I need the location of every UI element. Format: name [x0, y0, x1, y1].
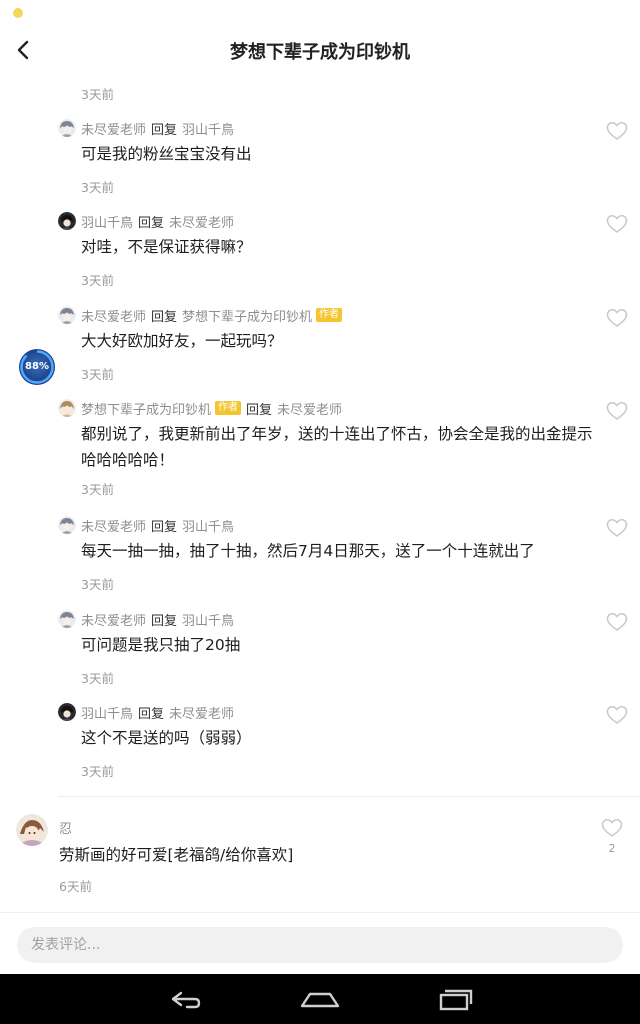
reply-header: 未尽爱老师 回复 羽山千鳥	[58, 119, 234, 138]
reply-username[interactable]: 未尽爱老师	[81, 306, 146, 325]
reply-word: 回复	[151, 613, 178, 629]
avatar-gray-icon[interactable]	[58, 306, 76, 324]
heart-outline-icon[interactable]	[606, 401, 628, 421]
reply-timestamp: 3天前	[81, 671, 114, 686]
reply-word: 回复	[138, 215, 165, 231]
nav-recents-icon[interactable]	[431, 984, 479, 1014]
reply-word: 回复	[246, 402, 273, 418]
reply-target[interactable]: 羽山千鳥	[182, 119, 234, 138]
avatar-gray-icon[interactable]	[58, 610, 76, 628]
avatar-gray-icon[interactable]	[58, 119, 76, 137]
status-bar	[0, 0, 640, 28]
reply-item: 未尽爱老师 回复 梦想下辈子成为印钞机 作者大大好欧加好友，一起玩吗？ 3天前	[58, 306, 628, 392]
system-nav-bar	[0, 974, 640, 1024]
comment-composer	[0, 912, 640, 975]
avatar-gray-icon[interactable]	[58, 516, 76, 534]
reply-username[interactable]: 羽山千鳥	[81, 703, 133, 722]
notification-dot-icon	[13, 8, 23, 18]
reply-word: 回复	[151, 309, 178, 325]
heart-outline-icon[interactable]	[606, 705, 628, 725]
divider	[58, 796, 640, 797]
reply-target[interactable]: 未尽爱老师	[169, 212, 234, 231]
reply-item: 未尽爱老师 回复 羽山千鳥可问题是我只抽了20抽 3天前	[58, 610, 628, 696]
reply-text: 对哇，不是保证获得嘛？	[81, 238, 252, 256]
reply-target[interactable]: 羽山千鳥	[182, 516, 234, 535]
heart-outline-icon[interactable]	[606, 121, 628, 141]
reply-item: 羽山千鳥 回复 未尽爱老师这个不是送的吗（弱弱） 3天前	[58, 703, 628, 789]
reply-header: 羽山千鳥 回复 未尽爱老师	[58, 703, 234, 722]
reply-item: 未尽爱老师 回复 羽山千鳥每天一抽一抽，抽了十抽，然后7月4日那天，送了一个十连就出…	[58, 516, 628, 602]
author-badge: 作者	[215, 401, 242, 415]
avatar-dark-icon[interactable]	[58, 703, 76, 721]
reply-username[interactable]: 未尽爱老师	[81, 610, 146, 629]
author-badge: 作者	[316, 308, 343, 322]
reply-header: 羽山千鳥 回复 未尽爱老师	[58, 212, 234, 231]
reply-target[interactable]: 羽山千鳥	[182, 610, 234, 629]
heart-outline-icon[interactable]	[606, 308, 628, 328]
reply-header: 梦想下辈子成为印钞机 作者 回复 未尽爱老师	[58, 399, 342, 418]
progress-label: 88%	[25, 361, 49, 372]
reply-text: 大大好欧加好友，一起玩吗？	[81, 332, 283, 350]
comment-timestamp: 6天前	[59, 879, 92, 894]
reply-item: 梦想下辈子成为印钞机 作者 回复 未尽爱老师都别说了，我更新前出了年岁，送的十连出了怀…	[58, 399, 628, 511]
page-title: 梦想下辈子成为印钞机	[230, 42, 410, 63]
reply-timestamp: 3天前	[81, 764, 114, 779]
reply-item: 羽山千鳥 回复 未尽爱老师对哇，不是保证获得嘛？ 3天前	[58, 212, 628, 298]
reply-header: 未尽爱老师 回复 羽山千鳥	[58, 516, 234, 535]
avatar-dark-icon[interactable]	[58, 212, 76, 230]
reply-username[interactable]: 羽山千鳥	[81, 212, 133, 231]
heart-outline-icon[interactable]	[606, 518, 628, 538]
heart-outline-icon[interactable]	[606, 214, 628, 234]
reply-word: 回复	[138, 706, 165, 722]
like-count: 2	[608, 842, 616, 855]
reply-text: 可是我的粉丝宝宝没有出	[81, 145, 252, 163]
nav-home-icon[interactable]	[296, 984, 344, 1014]
progress-badge[interactable]: 88%	[18, 348, 56, 386]
comment-username[interactable]: 忍	[59, 818, 72, 837]
timestamp: 3天前	[81, 87, 114, 102]
nav-back-icon[interactable]	[161, 984, 209, 1014]
comment-item: 忍 劳斯画的好可爱[老福鸽/给你喜欢] 6天前 2	[0, 812, 640, 902]
reply-target[interactable]: 未尽爱老师	[169, 703, 234, 722]
reply-target[interactable]: 梦想下辈子成为印钞机	[182, 306, 312, 325]
reply-text: 这个不是送的吗（弱弱）	[81, 729, 252, 747]
heart-outline-icon[interactable]	[606, 612, 628, 632]
reply-timestamp: 3天前	[81, 273, 114, 288]
reply-text: 都别说了，我更新前出了年岁，送的十连出了怀古，协会全是我的出金提示哈哈哈哈哈！	[81, 425, 593, 469]
comment-text: 劳斯画的好可爱[老福鸽/给你喜欢]	[59, 846, 294, 864]
reply-header: 未尽爱老师 回复 梦想下辈子成为印钞机 作者	[58, 306, 343, 325]
reply-username[interactable]: 梦想下辈子成为印钞机	[81, 399, 211, 418]
reply-text: 可问题是我只抽了20抽	[81, 636, 241, 654]
reply-target[interactable]: 未尽爱老师	[277, 399, 342, 418]
reply-word: 回复	[151, 122, 178, 138]
reply-word: 回复	[151, 519, 178, 535]
comment-input[interactable]	[17, 927, 623, 963]
avatar-anime-icon[interactable]	[58, 399, 76, 417]
header: 梦想下辈子成为印钞机	[0, 28, 640, 72]
reply-username[interactable]: 未尽爱老师	[81, 119, 146, 138]
reply-username[interactable]: 未尽爱老师	[81, 516, 146, 535]
reply-timestamp: 3天前	[81, 367, 114, 382]
reply-timestamp: 3天前	[81, 180, 114, 195]
reply-timestamp: 3天前	[81, 482, 114, 497]
avatar[interactable]	[16, 814, 48, 846]
reply-text: 每天一抽一抽，抽了十抽，然后7月4日那天，送了一个十连就出了	[81, 542, 535, 560]
reply-item: 未尽爱老师 回复 羽山千鳥可是我的粉丝宝宝没有出 3天前	[58, 119, 628, 205]
heart-outline-icon[interactable]	[601, 818, 623, 838]
reply-timestamp: 3天前	[81, 577, 114, 592]
reply-header: 未尽爱老师 回复 羽山千鳥	[58, 610, 234, 629]
